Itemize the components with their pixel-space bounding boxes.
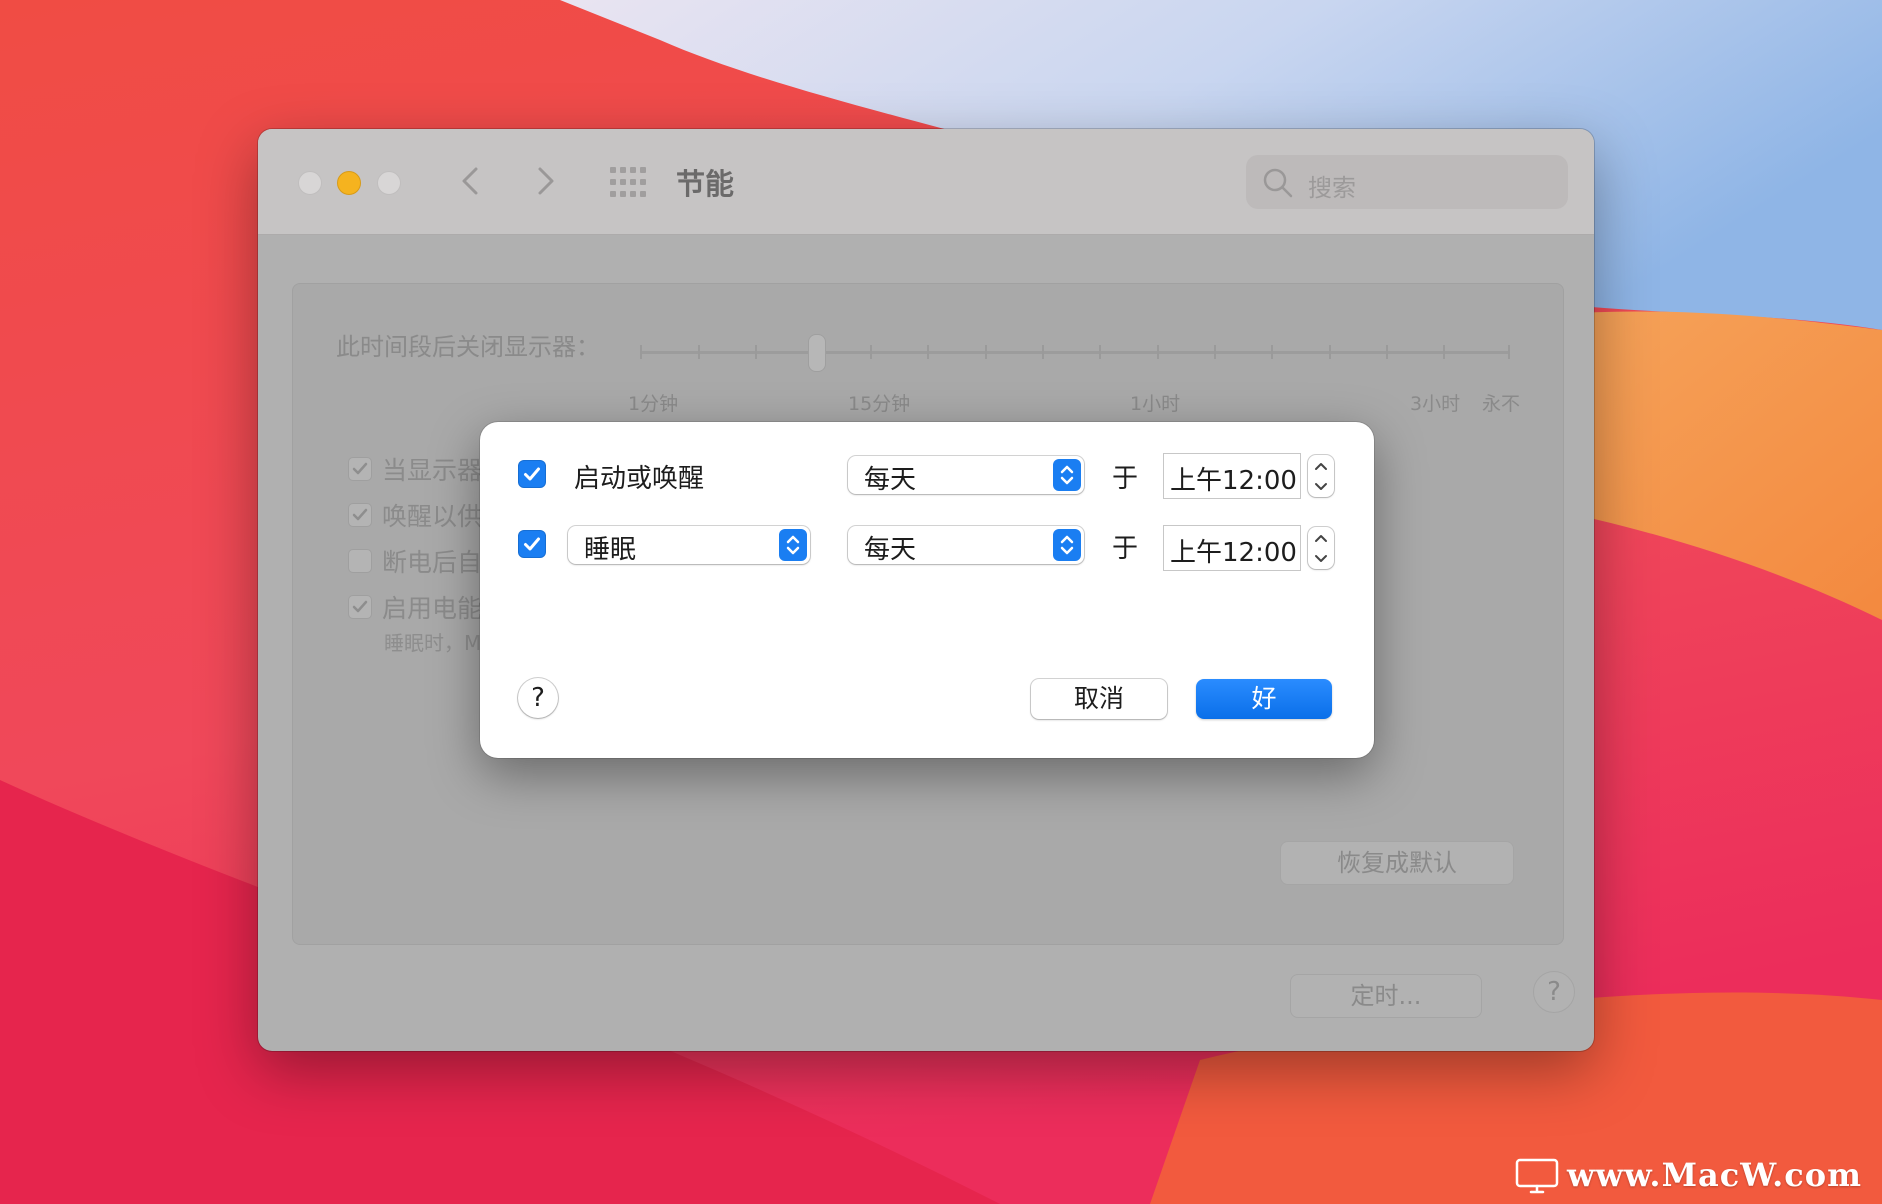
show-all-grid-icon[interactable] (610, 167, 646, 197)
search-icon (1263, 168, 1293, 198)
option-label: 断电后自 (382, 548, 483, 577)
tick-label-3hours: 3小时 (1410, 393, 1461, 415)
checkbox[interactable] (348, 503, 372, 527)
option-power-nap[interactable]: 启用电能 (348, 589, 482, 625)
minimize-window-button[interactable] (337, 171, 361, 195)
forward-chevron-icon[interactable] (526, 163, 562, 199)
time-value: 上午12:00 (1170, 466, 1297, 496)
tick-label-15min: 15分钟 (848, 393, 911, 415)
checkbox[interactable] (348, 595, 372, 619)
option-restart-after-power-failure[interactable]: 断电后自 (348, 543, 482, 579)
slider-tick (1214, 345, 1216, 359)
search-placeholder: 搜索 (1308, 174, 1356, 202)
at-label: 于 (1112, 464, 1139, 494)
startup-wake-checkbox[interactable] (518, 460, 546, 488)
display-sleep-slider-thumb[interactable] (808, 334, 826, 372)
startup-time-field[interactable]: 上午12:00 (1164, 454, 1300, 498)
updown-arrows-icon (1053, 459, 1081, 491)
display-sleep-label: 此时间段后关闭显示器： (336, 333, 600, 361)
slider-tick (640, 345, 642, 359)
sleep-time-field[interactable]: 上午12:00 (1164, 526, 1300, 570)
slider-tick (985, 345, 987, 359)
slider-tick (1042, 345, 1044, 359)
monitor-logo-icon (1515, 1158, 1559, 1194)
updown-arrows-icon (1053, 529, 1081, 561)
display-sleep-slider[interactable] (640, 351, 1510, 354)
site-watermark: www.MacW.com (1515, 1154, 1875, 1196)
checkbox[interactable] (348, 549, 372, 573)
sleep-time-stepper[interactable] (1308, 527, 1334, 569)
popup-value: 每天 (864, 535, 917, 565)
popup-value: 每天 (864, 465, 917, 495)
checkmark-icon (352, 462, 368, 475)
slider-tick (1329, 345, 1331, 359)
startup-frequency-popup[interactable]: 每天 (848, 456, 1084, 495)
option-prevent-sleep[interactable]: 当显示器 (348, 451, 482, 487)
close-window-button[interactable] (298, 171, 322, 195)
slider-tick (1443, 345, 1445, 359)
slider-tick (1271, 345, 1273, 359)
schedule-sheet: 启动或唤醒 每天 于 上午12:00 睡眠 每天 于 上午12:00 ? 取消 … (480, 422, 1374, 758)
watermark-text: www.MacW.com (1567, 1156, 1862, 1194)
checkmark-icon (352, 508, 368, 521)
checkmark-icon (524, 537, 540, 551)
window-title: 节能 (676, 167, 735, 201)
tick-label-1min: 1分钟 (628, 393, 679, 415)
slider-tick (1099, 345, 1101, 359)
stepper-down-icon[interactable] (1308, 476, 1334, 497)
slider-tick (1386, 345, 1388, 359)
zoom-window-button[interactable] (377, 171, 401, 195)
checkbox[interactable] (348, 457, 372, 481)
sheet-help-button[interactable]: ? (518, 678, 558, 718)
option-label: 启用电能 (382, 594, 483, 623)
option-label: 唤醒以供 (382, 502, 483, 531)
window-toolbar: 节能 搜索 (258, 129, 1594, 235)
slider-tick (1157, 345, 1159, 359)
time-value: 上午12:00 (1170, 538, 1297, 568)
sleep-action-popup[interactable]: 睡眠 (568, 526, 810, 565)
search-input[interactable]: 搜索 (1246, 155, 1568, 209)
sleep-frequency-popup[interactable]: 每天 (848, 526, 1084, 565)
tick-label-1hour: 1小时 (1130, 393, 1181, 415)
popup-value: 睡眠 (584, 535, 637, 565)
restore-defaults-button[interactable]: 恢复成默认 (1280, 841, 1514, 885)
stepper-up-icon[interactable] (1308, 455, 1334, 476)
option-wake-network[interactable]: 唤醒以供 (348, 497, 482, 533)
slider-tick (698, 345, 700, 359)
ok-button[interactable]: 好 (1196, 679, 1332, 719)
updown-arrows-icon (779, 529, 807, 561)
back-chevron-icon[interactable] (454, 163, 490, 199)
slider-tick (1508, 345, 1510, 359)
option-label: 当显示器 (382, 456, 483, 485)
checkmark-icon (524, 467, 540, 481)
help-button[interactable]: ? (1533, 971, 1575, 1013)
startup-time-stepper[interactable] (1308, 455, 1334, 497)
sleep-checkbox[interactable] (518, 530, 546, 558)
startup-wake-label: 启动或唤醒 (574, 464, 705, 494)
power-nap-description: 睡眠时，M (384, 631, 482, 655)
slider-tick (927, 345, 929, 359)
tick-label-never: 永不 (1482, 393, 1521, 415)
stepper-up-icon[interactable] (1308, 527, 1334, 548)
schedule-button[interactable]: 定时... (1290, 974, 1482, 1018)
stepper-down-icon[interactable] (1308, 548, 1334, 569)
slider-tick (755, 345, 757, 359)
checkmark-icon (352, 600, 368, 613)
at-label: 于 (1112, 534, 1139, 564)
cancel-button[interactable]: 取消 (1031, 679, 1167, 719)
slider-tick (870, 345, 872, 359)
